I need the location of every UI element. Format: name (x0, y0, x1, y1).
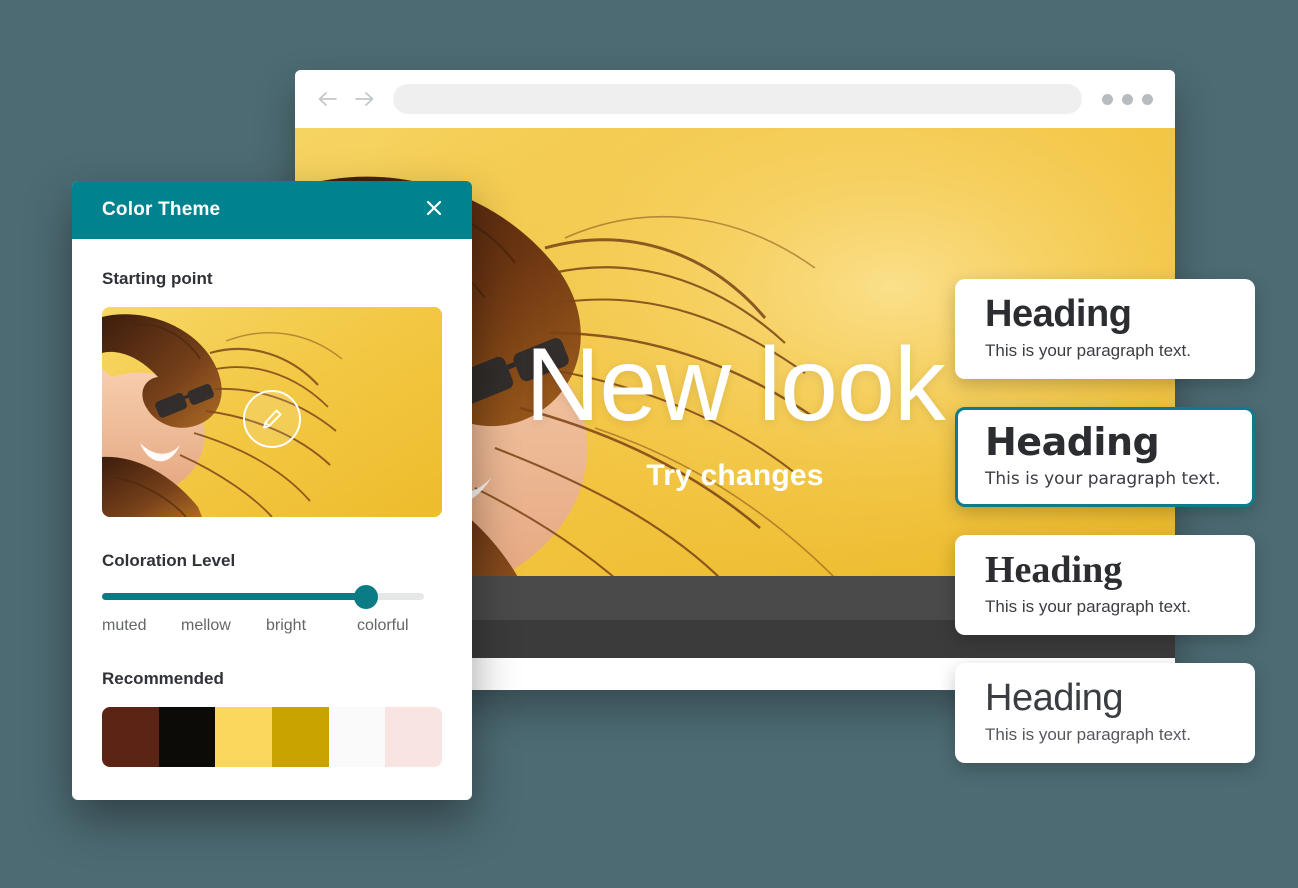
browser-toolbar (295, 70, 1175, 128)
heading-style-card[interactable]: Heading This is your paragraph text. (955, 662, 1255, 763)
coloration-slider-ticks: muted mellow bright colorful (102, 617, 432, 635)
card-heading: Heading (985, 676, 1124, 719)
menu-dot (1102, 93, 1113, 105)
recommended-swatch-row (102, 707, 442, 767)
card-paragraph: This is your paragraph text. (985, 596, 1191, 616)
panel-body: Starting point Coloration Level muted me… (72, 239, 472, 767)
card-paragraph: This is your paragraph text. (985, 724, 1191, 744)
heading-style-card[interactable]: Heading This is your paragraph text. (955, 534, 1255, 635)
address-bar[interactable] (393, 84, 1082, 114)
swatch-light-yellow[interactable] (215, 707, 273, 767)
starting-point-thumbnail[interactable] (102, 307, 442, 517)
heading-style-card-selected[interactable]: Heading This is your paragraph text. (955, 406, 1255, 507)
heading-style-card[interactable]: Heading This is your paragraph text. (955, 279, 1255, 379)
card-heading: Heading (985, 419, 1160, 464)
browser-nav-buttons (317, 91, 375, 107)
coloration-level-control: Coloration Level muted mellow bright col… (102, 551, 442, 635)
coloration-level-label: Coloration Level (102, 551, 236, 570)
menu-dot (1142, 93, 1153, 105)
menu-dot (1122, 93, 1133, 105)
recommended-section: Recommended (102, 669, 442, 767)
slider-tick-mellow[interactable]: mellow (177, 617, 256, 635)
panel-title: Color Theme (102, 199, 221, 220)
three-dots-icon[interactable] (1102, 93, 1153, 105)
color-theme-panel: Color Theme Starting point Coloration Le… (72, 181, 472, 800)
card-paragraph: This is your paragraph text. (985, 340, 1191, 360)
pencil-icon (263, 409, 282, 429)
canvas: New look Try changes Heading This is you… (0, 0, 1298, 888)
arrow-left-icon[interactable] (317, 91, 339, 107)
hero-title: New look (525, 327, 946, 443)
close-icon[interactable] (424, 198, 444, 222)
arrow-right-icon[interactable] (353, 91, 375, 107)
swatch-dark-brown[interactable] (102, 707, 159, 767)
edit-image-button[interactable] (243, 390, 301, 448)
card-heading: Heading (985, 293, 1132, 335)
card-heading: Heading (985, 548, 1123, 591)
swatch-pale-pink[interactable] (385, 707, 442, 767)
slider-tick-bright[interactable]: bright (256, 617, 341, 635)
swatch-black[interactable] (158, 707, 216, 767)
slider-tick-colorful[interactable]: colorful (341, 617, 432, 635)
slider-tick-muted[interactable]: muted (102, 617, 177, 635)
coloration-slider-knob[interactable] (354, 584, 379, 609)
card-paragraph: This is your paragraph text. (985, 468, 1221, 489)
swatch-gold[interactable] (272, 707, 329, 767)
heading-style-card-list: Heading This is your paragraph text. Hea… (955, 279, 1255, 791)
coloration-slider-track[interactable] (102, 584, 424, 609)
hero-subtitle: Try changes (646, 459, 824, 492)
swatch-white[interactable] (328, 707, 386, 767)
recommended-label: Recommended (102, 669, 224, 688)
panel-header: Color Theme (72, 181, 472, 239)
coloration-slider-fill (102, 593, 367, 600)
starting-point-label: Starting point (102, 269, 213, 288)
